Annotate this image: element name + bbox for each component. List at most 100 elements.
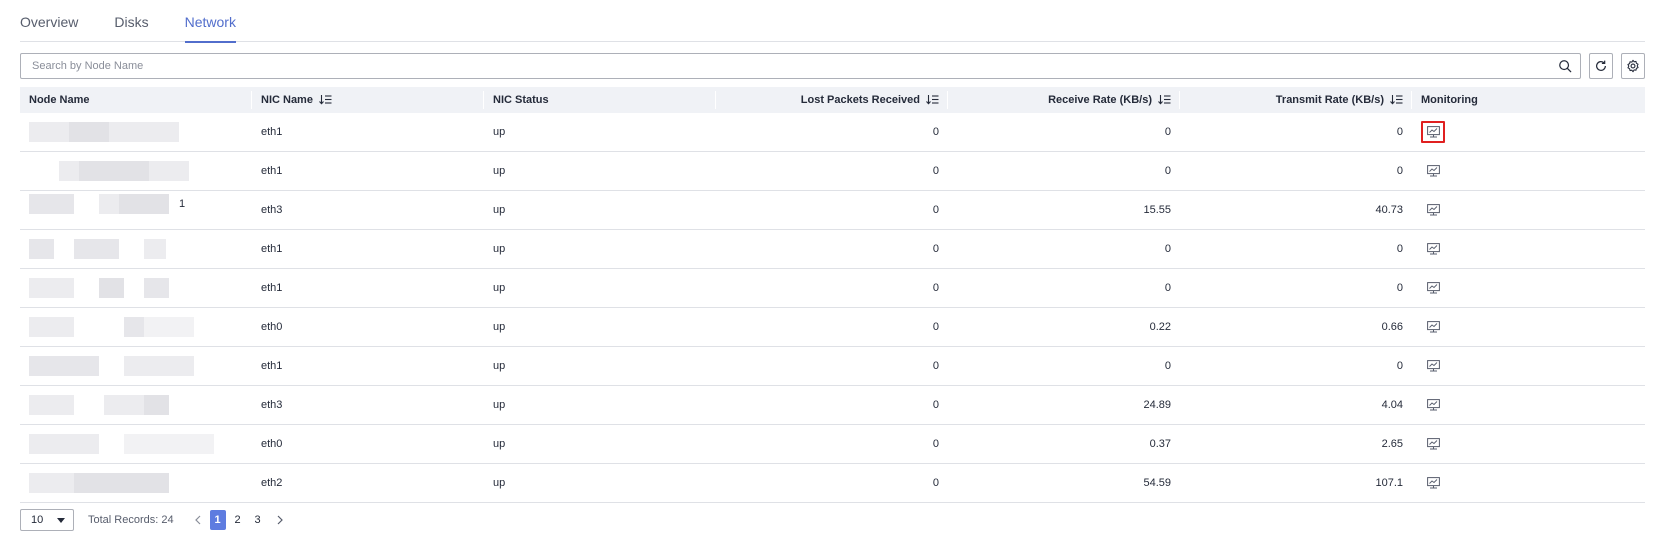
monitoring-cell [1412,472,1645,494]
caret-down-icon [57,517,65,523]
column-header-receive-rate[interactable]: Receive Rate (KB/s) [948,87,1180,113]
column-header-nic-status: NIC Status [484,87,716,113]
monitor-chart-icon[interactable] [1421,394,1445,416]
table-row: eth2 up 0 54.59 107.1 [20,464,1645,503]
monitoring-cell [1412,199,1645,221]
nic-name-cell: eth3 [261,399,283,411]
nic-status-cell: up [493,438,506,450]
column-header-monitoring: Monitoring [1421,94,1478,106]
nic-name-cell: eth1 [261,243,283,255]
lost-packets-cell: 0 [932,477,939,489]
redacted-node-name [29,395,199,415]
column-header-transmit-rate[interactable]: Transmit Rate (KB/s) [1180,87,1412,113]
transmit-rate-cell: 0 [1396,126,1403,138]
lost-packets-cell: 0 [932,399,939,411]
monitoring-cell [1412,433,1645,455]
node-name-cell [20,317,252,337]
transmit-rate-cell: 0.66 [1381,321,1403,333]
receive-rate-cell: 0 [1164,165,1171,177]
monitor-chart-icon[interactable] [1421,238,1445,260]
table-body: eth1 up 0 0 0 eth1 up 0 0 0 1 eth3 up 0 15.55 40.73 eth1… [20,113,1645,503]
receive-rate-cell: 15.55 [1143,204,1171,216]
page-size-value: 10 [31,514,44,526]
column-header-nic-name[interactable]: NIC Name [252,87,484,113]
settings-button[interactable] [1621,53,1645,79]
monitor-chart-icon[interactable] [1421,160,1445,182]
tab-bar: Overview Disks Network [20,0,1645,43]
table-row: eth1 up 0 0 0 [20,269,1645,308]
monitoring-cell [1412,238,1645,260]
search-input[interactable] [21,55,1580,77]
prev-page-button[interactable] [190,510,206,530]
tab-overview[interactable]: Overview [20,0,78,42]
monitor-chart-icon[interactable] [1421,355,1445,377]
tab-network[interactable]: Network [184,0,237,43]
nic-status-cell: up [493,477,506,489]
refresh-button[interactable] [1589,53,1613,79]
monitor-chart-icon[interactable] [1421,472,1445,494]
page-1-button[interactable]: 1 [209,510,226,530]
page-size-select[interactable]: 10 [20,509,74,531]
nic-status-cell: up [493,282,506,294]
redacted-node-name [29,317,199,337]
nic-name-cell: eth1 [261,360,283,372]
column-header-lost-packets[interactable]: Lost Packets Received [716,87,948,113]
transmit-rate-cell: 0 [1396,165,1403,177]
refresh-icon [1596,60,1606,71]
nic-name-cell: eth1 [261,165,283,177]
transmit-rate-cell: 0 [1396,243,1403,255]
monitor-chart-icon[interactable] [1421,433,1445,455]
lost-packets-cell: 0 [932,243,939,255]
search-icon[interactable] [1558,59,1572,73]
nic-name-cell: eth0 [261,438,283,450]
lost-packets-cell: 0 [932,321,939,333]
table-row: eth1 up 0 0 0 [20,347,1645,386]
monitoring-cell [1412,160,1645,182]
sort-icon[interactable] [1390,94,1403,105]
page-3-button[interactable]: 3 [250,510,266,530]
chevron-right-icon [277,515,283,525]
receive-rate-cell: 0.37 [1149,438,1171,450]
node-name-cell [20,395,252,415]
table-row: eth1 up 0 0 0 [20,113,1645,152]
sort-icon[interactable] [319,94,332,105]
monitoring-cell [1412,277,1645,299]
table-row: eth0 up 0 0.22 0.66 [20,308,1645,347]
next-page-button[interactable] [272,510,288,530]
pagination: 10 Total Records: 24 1 2 3 [20,509,288,531]
page-2-button[interactable]: 2 [230,510,246,530]
tab-disks[interactable]: Disks [114,0,148,42]
node-name-cell [20,434,252,454]
node-name-cell [20,161,252,181]
receive-rate-cell: 54.59 [1143,477,1171,489]
monitor-chart-icon[interactable] [1421,277,1445,299]
node-name-cell [20,473,252,493]
table-row: eth1 up 0 0 0 [20,152,1645,191]
node-name-suffix: 1 [179,198,186,210]
sort-icon[interactable] [1158,94,1171,105]
nic-name-cell: eth1 [261,126,283,138]
gear-icon [1627,59,1639,73]
lost-packets-cell: 0 [932,282,939,294]
monitor-chart-icon[interactable] [1421,316,1445,338]
node-name-cell [20,278,252,298]
sort-icon[interactable] [926,94,939,105]
node-name-cell [20,356,252,376]
receive-rate-cell: 0 [1164,360,1171,372]
nic-name-cell: eth1 [261,282,283,294]
total-records: Total Records: 24 [88,514,174,526]
monitor-chart-icon[interactable] [1421,121,1445,143]
nic-status-cell: up [493,243,506,255]
redacted-node-name [29,194,199,214]
table-row: eth3 up 0 24.89 4.04 [20,386,1645,425]
redacted-node-name [29,239,199,259]
transmit-rate-cell: 4.04 [1381,399,1403,411]
transmit-rate-cell: 2.65 [1381,438,1403,450]
monitor-chart-icon[interactable] [1421,199,1445,221]
nic-name-cell: eth0 [261,321,283,333]
transmit-rate-cell: 0 [1396,360,1403,372]
redacted-node-name [29,473,199,493]
nic-status-cell: up [493,360,506,372]
nic-name-cell: eth3 [261,204,283,216]
node-name-cell [20,122,252,142]
